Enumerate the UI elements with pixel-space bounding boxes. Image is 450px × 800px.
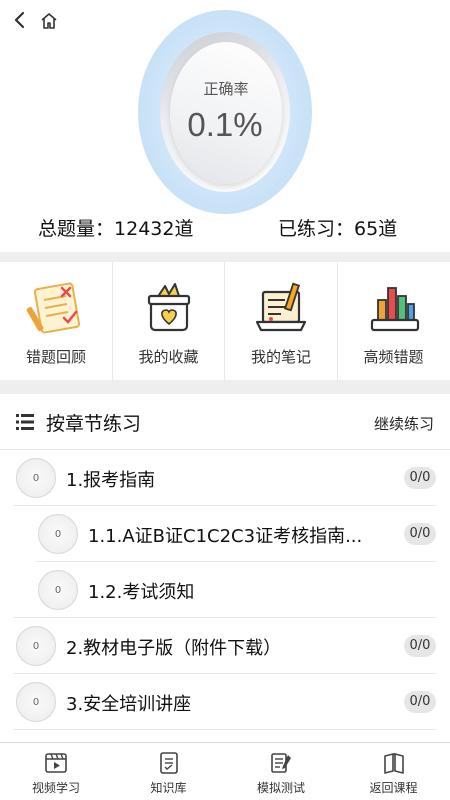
chapter-title: 按章节练习 [46, 413, 142, 435]
practiced-value: 65道 [354, 218, 398, 240]
tool-favorites[interactable]: 我的收藏 [113, 262, 225, 380]
list-item[interactable]: 0 3.安全培训讲座 0/0 [0, 674, 450, 730]
score-badge: 0/0 [404, 635, 436, 657]
video-icon [45, 753, 67, 773]
back-button[interactable] [6, 6, 34, 34]
score-badge: 0/0 [404, 467, 436, 489]
score-badge: 0/0 [404, 691, 436, 713]
nav-label: 视频学习 [31, 781, 80, 795]
progress-circle: 0 [16, 682, 56, 722]
progress-circle: 0 [38, 514, 78, 554]
bottom-navigation: 视频学习 知识库 模拟测试 返回课程 [0, 742, 450, 800]
divider [0, 252, 450, 262]
tool-grid: 错题回顾 我的收藏 我的笔记 高频错题 [0, 262, 450, 380]
tool-label: 我的笔记 [250, 348, 311, 366]
tool-label: 我的收藏 [138, 348, 199, 366]
nav-knowledge-base[interactable]: 知识库 [113, 743, 226, 800]
favorites-box-icon [147, 283, 190, 332]
total-value: 12432道 [114, 218, 194, 240]
score-badge: 0/0 [404, 523, 436, 545]
home-icon [41, 13, 57, 29]
list-item[interactable]: 0 1.2.考试须知 [0, 562, 450, 618]
tool-frequent-errors[interactable]: 高频错题 [338, 262, 450, 380]
progress-circle: 0 [38, 570, 78, 610]
progress-circle: 0 [16, 626, 56, 666]
mock-test-icon [271, 753, 291, 773]
stats-header: 正确率 0.1% 总题量： 12432道 已练习： 65道 [0, 0, 450, 252]
divider [14, 729, 436, 730]
continue-practice-button[interactable]: 继续练习 [374, 413, 434, 434]
nav-label: 模拟测试 [256, 781, 305, 795]
nav-mock-test[interactable]: 模拟测试 [225, 743, 338, 800]
item-title: 2.教材电子版（附件下载） [66, 638, 282, 659]
tool-wrong-questions[interactable]: 错题回顾 [0, 262, 113, 380]
list-icon [16, 414, 34, 430]
wrong-questions-icon [26, 282, 81, 334]
tool-notes[interactable]: 我的笔记 [225, 262, 338, 380]
nav-video-learning[interactable]: 视频学习 [0, 743, 113, 800]
nav-back-to-course[interactable]: 返回课程 [338, 743, 450, 800]
nav-label: 返回课程 [369, 781, 418, 795]
practiced-questions: 已练习： 65道 [278, 214, 397, 241]
chevron-left-icon [14, 11, 25, 29]
item-title: 1.报考指南 [66, 470, 156, 491]
total-label: 总题量： [38, 218, 115, 240]
total-questions: 总题量： 12432道 [38, 214, 193, 241]
progress-circle: 0 [16, 458, 56, 498]
notes-laptop-icon [255, 282, 307, 332]
home-button[interactable] [36, 8, 62, 34]
list-item[interactable]: 0 1.报考指南 0/0 [0, 450, 450, 506]
tool-label: 错题回顾 [25, 348, 86, 366]
bar-chart-icon [370, 287, 419, 332]
item-title: 3.安全培训讲座 [66, 694, 192, 715]
book-icon [383, 753, 404, 774]
divider [0, 380, 450, 394]
practiced-label: 已练习： [278, 218, 355, 240]
chapter-header: 按章节练习 继续练习 [0, 394, 450, 450]
item-title: 1.1.A证B证C1C2C3证考核指南... [88, 526, 363, 547]
item-title: 1.2.考试须知 [88, 582, 195, 603]
list-item[interactable]: 0 1.1.A证B证C1C2C3证考核指南... 0/0 [0, 506, 450, 562]
accuracy-label: 正确率 [203, 80, 249, 98]
knowledge-icon [159, 752, 178, 774]
accuracy-value: 0.1% [187, 106, 263, 143]
nav-label: 知识库 [150, 781, 187, 795]
list-item[interactable]: 0 2.教材电子版（附件下载） 0/0 [0, 618, 450, 674]
tool-label: 高频错题 [363, 348, 424, 366]
